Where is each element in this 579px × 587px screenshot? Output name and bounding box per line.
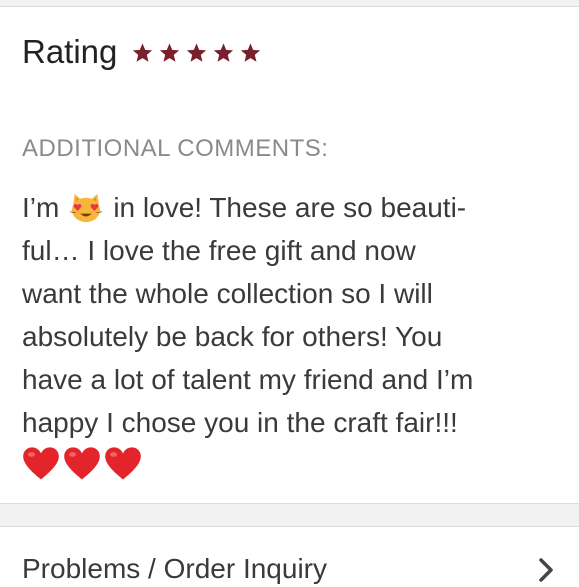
rating-row: Rating: [22, 29, 266, 75]
review-card: Rating ADDITIONAL COMMENTS: I’m in love!…: [0, 6, 579, 504]
order-inquiry-row[interactable]: Problems / Order Inquiry: [0, 526, 579, 587]
star-icon: [133, 43, 153, 62]
comment-line: have a lot of talent my friend and I’m: [22, 364, 474, 395]
smiling-cat-heart-eyes-icon: [70, 193, 103, 223]
hearts-row: [22, 446, 562, 482]
star-icon: [160, 43, 180, 62]
rating-stars: [131, 42, 266, 64]
review-comment: I’m in love! These are so beauti- ful… I…: [22, 186, 562, 482]
red-heart-icon: [64, 447, 100, 480]
red-heart-icon: [105, 447, 141, 480]
star-icon: [214, 43, 234, 62]
chevron-right-icon: [539, 558, 553, 582]
comment-line: absolutely be back for others! You: [22, 321, 443, 352]
comment-line: want the whole collection so I will: [22, 278, 433, 309]
comment-text: in love! These are so beauti-: [113, 192, 467, 223]
order-inquiry-label: Problems / Order Inquiry: [22, 553, 327, 584]
additional-comments-label: ADDITIONAL COMMENTS:: [22, 135, 329, 162]
comment-line: happy I chose you in the craft fair!!!: [22, 407, 458, 438]
red-heart-icon: [23, 447, 59, 480]
comment-text: I’m: [22, 192, 60, 223]
star-icon: [241, 43, 261, 62]
comment-line: ful… I love the free gift and now: [22, 235, 416, 266]
comment-line: I’m in love! These are so beauti-: [22, 186, 562, 229]
rating-label: Rating: [22, 33, 118, 70]
star-icon: [187, 43, 207, 62]
